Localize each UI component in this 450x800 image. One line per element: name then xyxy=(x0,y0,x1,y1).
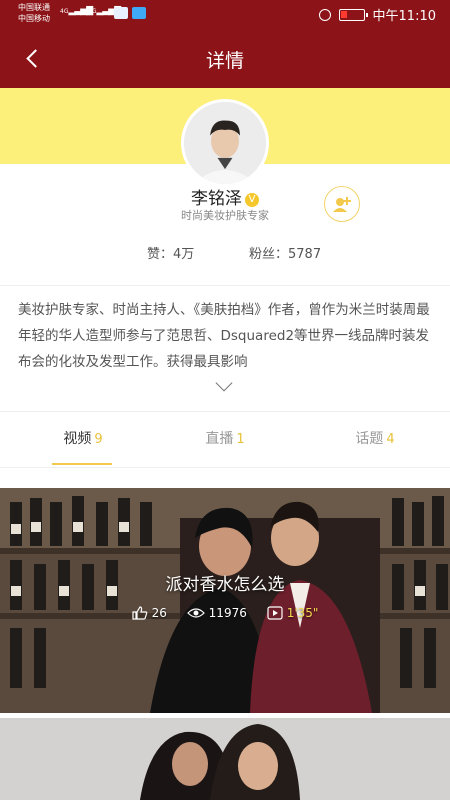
status-bar: 中国联通 中国移动 4G▂▃▅▇ 2G▂▃▅▇ 中午11:10 xyxy=(0,0,450,28)
content-tabs: 视频 9 直播 1 话题 4 xyxy=(0,412,450,468)
tab-topics-label: 话题 xyxy=(355,431,384,447)
alarm-icon xyxy=(318,8,331,21)
bio-text: 美妆护肤专家、时尚主持人、《美肤拍档》作者，曾作为米兰时装周最年轻的华人造型师参… xyxy=(18,302,430,370)
user-subtitle: 时尚美妆护肤专家 xyxy=(181,209,269,222)
tab-videos[interactable]: 视频 9 xyxy=(8,412,158,468)
avatar[interactable] xyxy=(181,99,269,187)
add-follow-icon xyxy=(333,197,351,212)
video-views: 11976 xyxy=(186,606,247,620)
fans-value: 5787 xyxy=(288,247,322,262)
gallery-app-icon xyxy=(132,7,146,19)
likes-value: 4万 xyxy=(173,247,195,262)
carrier-1: 中国联通 xyxy=(18,3,50,12)
divider xyxy=(0,467,450,468)
video-card[interactable] xyxy=(0,718,450,800)
page-title: 详情 xyxy=(205,50,244,72)
user-name: 李铭泽 xyxy=(191,189,242,209)
name-row: 李铭泽 V xyxy=(0,184,450,209)
shield-app-icon xyxy=(114,7,128,19)
fans-stat: 粉丝：5787 xyxy=(249,243,321,262)
likes-stat: 赞：4万 xyxy=(147,243,194,262)
battery-icon xyxy=(338,8,368,21)
tab-live[interactable]: 直播 1 xyxy=(150,412,300,468)
divider xyxy=(0,285,450,286)
video-meta: 26 11976 1'35" xyxy=(0,606,450,623)
carrier-2: 中国移动 xyxy=(18,14,50,23)
tab-topics[interactable]: 话题 4 xyxy=(300,412,450,468)
tab-topics-count: 4 xyxy=(386,432,395,447)
tab-indicator xyxy=(52,463,112,465)
thumbs-up-icon xyxy=(131,606,147,620)
tab-live-count: 1 xyxy=(236,432,245,447)
tab-videos-count: 9 xyxy=(94,432,103,447)
likes-label: 赞： xyxy=(147,247,174,262)
tab-videos-label: 视频 xyxy=(63,431,92,447)
video-thumbnail xyxy=(0,488,450,713)
video-thumbnail xyxy=(0,718,450,800)
verified-badge-icon: V xyxy=(245,193,259,207)
follow-button[interactable] xyxy=(324,186,360,222)
video-play-icon xyxy=(267,606,283,620)
video-likes-count: 26 xyxy=(151,606,167,620)
video-card[interactable]: 派对香水怎么选 26 11976 1'35" xyxy=(0,488,450,713)
carrier-info: 中国联通 中国移动 xyxy=(18,2,50,24)
fans-label: 粉丝： xyxy=(249,247,289,262)
nav-bar: 详情 xyxy=(0,28,450,88)
status-right: 中午11:10 xyxy=(318,5,436,24)
video-title: 派对香水怎么选 xyxy=(165,575,285,595)
video-duration: 1'35" xyxy=(267,606,319,620)
video-views-count: 11976 xyxy=(208,606,247,620)
video-likes: 26 xyxy=(131,606,167,620)
status-time: 中午11:10 xyxy=(372,9,436,24)
video-duration-value: 1'35" xyxy=(286,606,319,620)
avatar-image xyxy=(184,102,266,184)
expand-chevron-down-icon[interactable] xyxy=(215,380,235,394)
tab-live-label: 直播 xyxy=(205,431,234,447)
eye-icon xyxy=(186,608,205,618)
